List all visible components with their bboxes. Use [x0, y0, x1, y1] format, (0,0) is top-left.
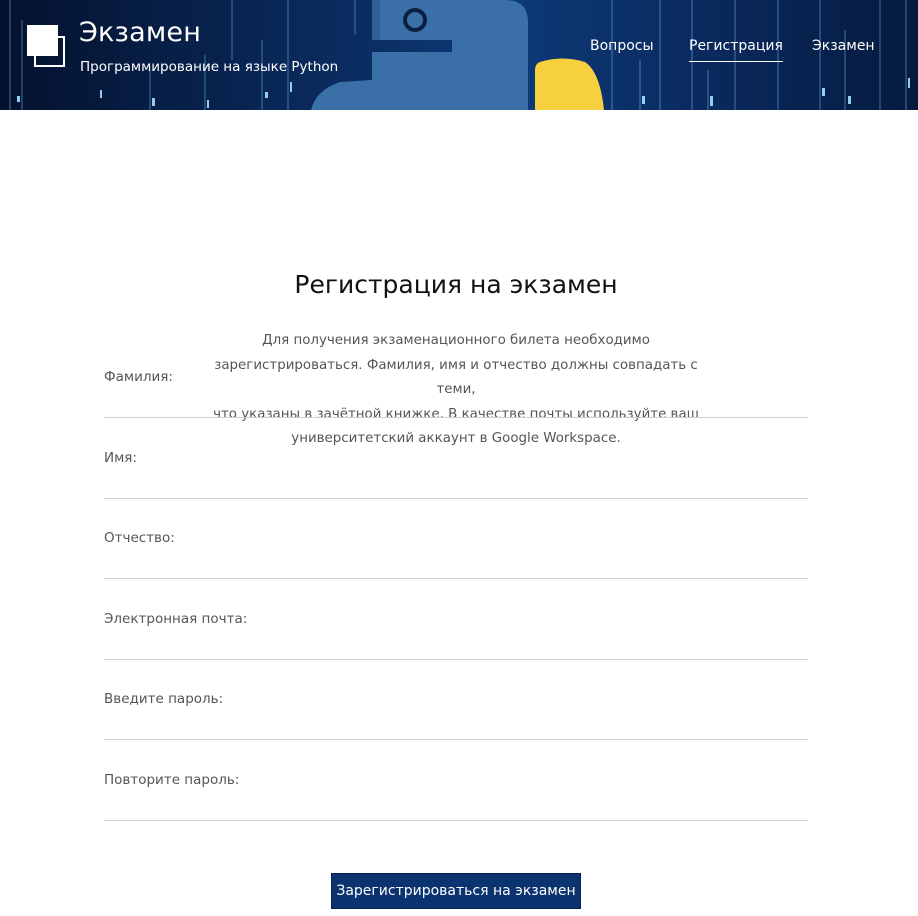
brand-subtitle: Программирование на языке Python	[80, 59, 339, 75]
first-name-label: Имя:	[104, 450, 137, 466]
email-field: Электронная почта:	[104, 611, 808, 693]
password-label: Введите пароль:	[104, 691, 224, 707]
patronymic-label: Отчество:	[104, 530, 175, 546]
password-input[interactable]	[104, 711, 808, 740]
last-name-input[interactable]	[104, 389, 808, 418]
password-repeat-label: Повторите пароль:	[104, 772, 240, 788]
brand-title[interactable]: Экзамен	[79, 17, 201, 48]
register-button[interactable]: Зарегистрироваться на экзамен	[331, 873, 581, 909]
password-field: Введите пароль:	[104, 691, 808, 773]
last-name-label: Фамилия:	[104, 369, 173, 385]
email-input[interactable]	[104, 631, 808, 660]
first-name-input[interactable]	[104, 470, 808, 499]
email-label: Электронная почта:	[104, 611, 248, 627]
nav-item-questions[interactable]: Вопросы	[590, 38, 654, 61]
first-name-field: Имя:	[104, 450, 808, 532]
logo-filled-square-icon	[27, 25, 58, 56]
site-header: Экзамен Программирование на языке Python…	[0, 0, 918, 110]
patronymic-field: Отчество:	[104, 530, 808, 612]
last-name-field: Фамилия:	[104, 369, 808, 451]
site-logo[interactable]	[27, 25, 69, 71]
nav-item-registration[interactable]: Регистрация	[689, 38, 783, 62]
nav-item-exam[interactable]: Экзамен	[812, 38, 875, 61]
patronymic-input[interactable]	[104, 550, 808, 579]
password-repeat-input[interactable]	[104, 792, 808, 821]
page-title: Регистрация на экзамен	[294, 270, 618, 299]
password-repeat-field: Повторите пароль:	[104, 772, 808, 854]
intro-line: Для получения экзаменационного билета не…	[262, 333, 650, 348]
